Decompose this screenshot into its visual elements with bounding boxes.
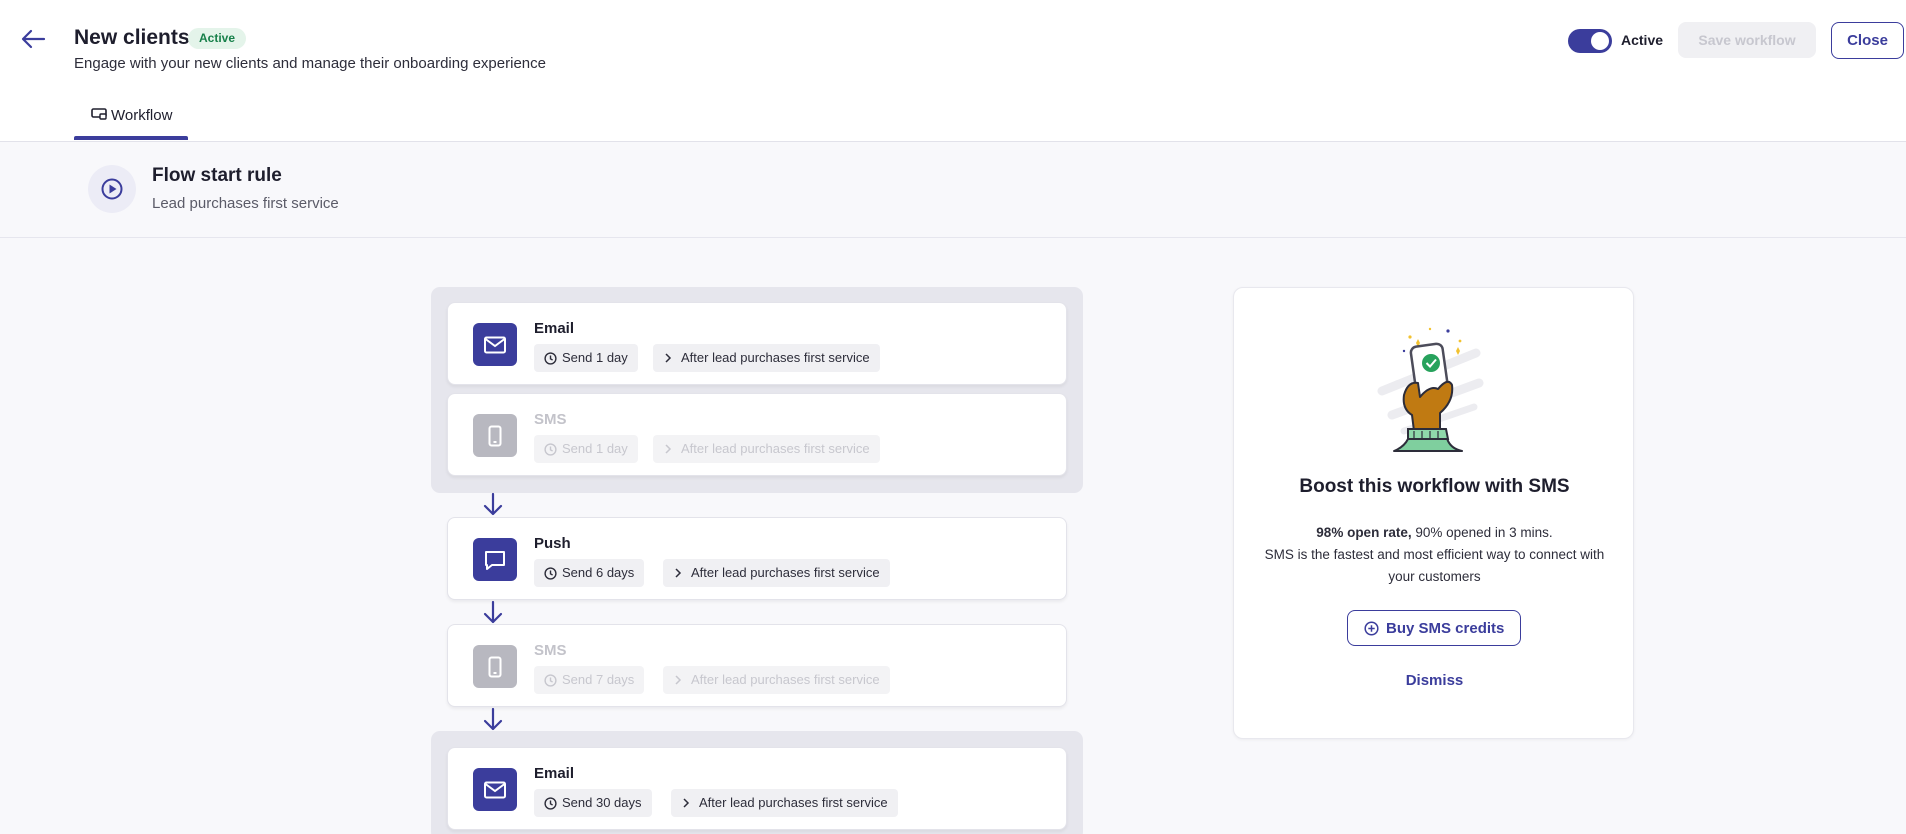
workflow-icon xyxy=(91,108,107,120)
buy-sms-credits-button[interactable]: Buy SMS credits xyxy=(1347,610,1521,646)
arrow-down-icon xyxy=(483,707,503,731)
clock-icon xyxy=(544,443,557,456)
delay-chip[interactable]: Send 7 days xyxy=(534,666,645,694)
active-toggle-label: Active xyxy=(1621,32,1664,48)
step-card-push[interactable]: Push Send 6 days After lead purchases fi… xyxy=(447,517,1067,600)
arrow-down-icon xyxy=(483,600,503,624)
chevron-right-icon xyxy=(675,675,682,685)
promo-title: Boost this workflow with SMS xyxy=(1299,476,1570,497)
toggle-knob xyxy=(1591,32,1609,50)
flow-start-subtitle: Lead purchases first service xyxy=(152,195,339,212)
promo-description: 98% open rate, 90% opened in 3 mins. SMS… xyxy=(1264,522,1605,588)
envelope-icon xyxy=(473,323,517,366)
step-card-email[interactable]: Email Send 30 days After lead purchases … xyxy=(447,747,1067,830)
buy-sms-credits-label: Buy SMS credits xyxy=(1386,620,1505,637)
clock-icon xyxy=(544,674,557,687)
delay-text: Send 1 day xyxy=(562,441,628,456)
step-card-sms[interactable]: SMS Send 7 days After lead purchases fir… xyxy=(447,624,1067,707)
flow-start-rule: Flow start rule Lead purchases first ser… xyxy=(0,142,1906,238)
trigger-chip[interactable]: After lead purchases first service xyxy=(653,344,880,372)
trigger-text: After lead purchases first service xyxy=(691,672,880,687)
sms-promo-card: Boost this workflow with SMS 98% open ra… xyxy=(1233,287,1634,739)
back-arrow-icon[interactable] xyxy=(20,28,46,50)
trigger-text: After lead purchases first service xyxy=(681,441,870,456)
delay-text: Send 6 days xyxy=(562,565,635,580)
step-channel: SMS xyxy=(534,642,567,659)
trigger-text: After lead purchases first service xyxy=(691,565,880,580)
trigger-text: After lead purchases first service xyxy=(699,795,888,810)
clock-icon xyxy=(544,352,557,365)
plus-circle-icon xyxy=(1364,621,1379,636)
step-card-sms[interactable]: SMS Send 1 day After lead purchases firs… xyxy=(447,393,1067,476)
delay-text: Send 1 day xyxy=(562,350,628,365)
step-channel: Push xyxy=(534,535,571,552)
delay-chip[interactable]: Send 1 day xyxy=(534,435,638,463)
page-header: New clients Active Engage with your new … xyxy=(0,0,1906,142)
clock-icon xyxy=(544,567,557,580)
dismiss-link[interactable]: Dismiss xyxy=(1234,672,1635,689)
envelope-icon xyxy=(473,768,517,811)
trigger-chip[interactable]: After lead purchases first service xyxy=(663,666,890,694)
page-subtitle: Engage with your new clients and manage … xyxy=(74,55,546,72)
save-workflow-button[interactable]: Save workflow xyxy=(1678,22,1816,58)
active-tab-indicator xyxy=(74,136,188,140)
tab-workflow[interactable]: Workflow xyxy=(74,102,188,140)
arrow-down-icon xyxy=(483,492,503,516)
delay-text: Send 7 days xyxy=(562,672,635,687)
promo-stat-detail: 90% opened in 3 mins. xyxy=(1411,525,1553,540)
promo-stat-highlight: 98% open rate, xyxy=(1316,525,1412,540)
delay-chip[interactable]: Send 6 days xyxy=(534,559,645,587)
phone-icon xyxy=(473,645,517,688)
promo-description-text: SMS is the fastest and most efficient wa… xyxy=(1264,547,1605,584)
trigger-text: After lead purchases first service xyxy=(681,350,870,365)
delay-chip[interactable]: Send 30 days xyxy=(534,789,652,817)
chevron-right-icon xyxy=(665,353,672,363)
status-badge: Active xyxy=(188,28,247,49)
page-title: New clients xyxy=(74,26,190,49)
chevron-right-icon xyxy=(665,444,672,454)
play-circle-icon xyxy=(88,165,136,213)
chat-bubble-icon xyxy=(473,538,517,581)
phone-in-hand-illustration xyxy=(1377,327,1484,452)
step-channel: Email xyxy=(534,765,575,782)
trigger-chip[interactable]: After lead purchases first service xyxy=(663,559,890,587)
close-button[interactable]: Close xyxy=(1831,22,1904,59)
tab-label: Workflow xyxy=(111,107,173,124)
flow-start-title: Flow start rule xyxy=(152,165,282,186)
step-channel: Email xyxy=(534,320,575,337)
delay-text: Send 30 days xyxy=(562,795,642,810)
delay-chip[interactable]: Send 1 day xyxy=(534,344,638,372)
chevron-right-icon xyxy=(683,798,690,808)
clock-icon xyxy=(544,797,557,810)
active-toggle[interactable] xyxy=(1568,29,1612,53)
step-channel: SMS xyxy=(534,411,567,428)
step-card-email[interactable]: Email Send 1 day After lead purchases fi… xyxy=(447,302,1067,385)
trigger-chip[interactable]: After lead purchases first service xyxy=(671,789,898,817)
phone-icon xyxy=(473,414,517,457)
trigger-chip[interactable]: After lead purchases first service xyxy=(653,435,880,463)
chevron-right-icon xyxy=(675,568,682,578)
